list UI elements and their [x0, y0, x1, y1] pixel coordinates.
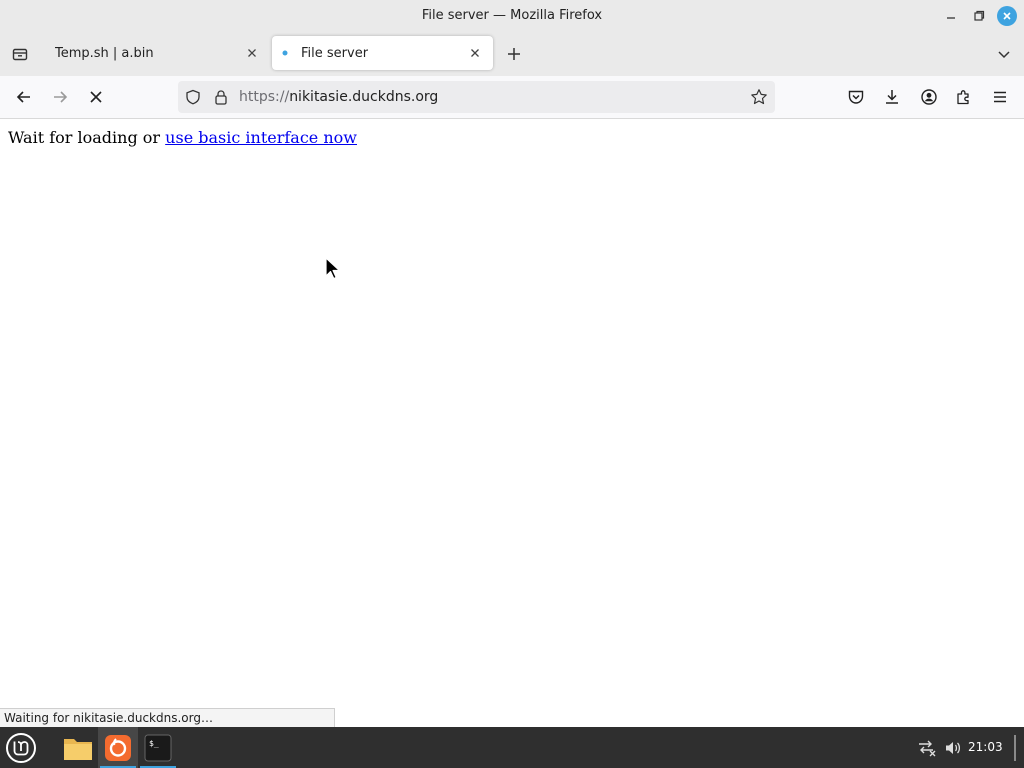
navigation-toolbar: https://nikitasie.duckdns.org: [0, 76, 1024, 119]
tab-manager-icon: [12, 48, 28, 61]
taskbar-terminal[interactable]: $_: [138, 727, 178, 768]
pocket-icon: [848, 90, 864, 104]
close-icon: [471, 49, 479, 57]
page-content: Wait for loading or use basic interface …: [0, 119, 1024, 727]
svg-text:$_: $_: [149, 739, 159, 748]
loading-dot-icon: [282, 50, 288, 56]
volume-control[interactable]: [941, 727, 965, 768]
basic-interface-link[interactable]: use basic interface now: [165, 128, 357, 147]
taskbar: $_ 21:03: [0, 727, 1024, 768]
puzzle-icon: [957, 90, 969, 105]
loading-message: Wait for loading or use basic interface …: [8, 128, 357, 147]
tab-close-button[interactable]: [244, 45, 260, 61]
show-desktop-button[interactable]: [1014, 735, 1016, 761]
clock[interactable]: 21:03: [968, 740, 1003, 754]
list-all-tabs-button[interactable]: [6, 40, 34, 68]
mouse-cursor-icon: [325, 257, 341, 280]
maximize-button[interactable]: [969, 6, 989, 26]
url-text[interactable]: https://nikitasie.duckdns.org: [239, 89, 438, 105]
forward-button[interactable]: [46, 83, 74, 111]
terminal-icon: $_: [144, 734, 172, 761]
network-disconnected-icon: [919, 740, 936, 756]
tab-file-server[interactable]: File server: [272, 36, 493, 70]
taskbar-files[interactable]: [58, 727, 98, 768]
url-scheme: https://: [239, 89, 290, 105]
plus-icon: [508, 48, 520, 60]
start-menu-button[interactable]: [0, 727, 42, 768]
menu-button[interactable]: [986, 83, 1014, 111]
new-tab-button[interactable]: [500, 40, 528, 68]
url-host: nikitasie.duckdns.org: [289, 89, 439, 105]
firefox-icon: [105, 734, 131, 761]
close-window-button[interactable]: [997, 6, 1017, 26]
account-icon: [921, 89, 937, 105]
back-button[interactable]: [10, 83, 38, 111]
arrow-right-icon: [54, 91, 68, 103]
account-button[interactable]: [915, 83, 943, 111]
lock-icon[interactable]: [213, 89, 229, 105]
arrow-left-icon: [16, 91, 30, 103]
extensions-button[interactable]: [950, 83, 978, 111]
pocket-button[interactable]: [842, 83, 870, 111]
hamburger-menu-icon: [994, 91, 1006, 103]
tab-close-button[interactable]: [467, 45, 483, 61]
taskbar-firefox[interactable]: [98, 727, 138, 768]
shield-icon[interactable]: [185, 89, 201, 105]
stop-icon: [90, 91, 102, 103]
minimize-icon: [947, 17, 955, 19]
close-icon: [248, 49, 256, 57]
tab-strip: Temp.sh | a.bin File server: [0, 32, 1024, 76]
linux-mint-logo-icon: [6, 732, 36, 763]
downloads-button[interactable]: [878, 83, 906, 111]
url-bar[interactable]: https://nikitasie.duckdns.org: [178, 81, 775, 113]
tab-label: Temp.sh | a.bin: [55, 45, 154, 61]
download-icon: [886, 90, 898, 104]
stop-loading-button[interactable]: [82, 83, 110, 111]
folder-icon: [64, 738, 92, 760]
volume-icon: [946, 741, 961, 754]
title-bar: File server — Mozilla Firefox: [0, 0, 1024, 32]
restore-icon: [974, 10, 985, 21]
window-title: File server — Mozilla Firefox: [421, 8, 603, 23]
star-icon[interactable]: [750, 88, 768, 106]
tab-label: File server: [301, 45, 369, 61]
loading-text: Wait for loading or: [8, 128, 166, 147]
tab-list-button[interactable]: [990, 40, 1018, 68]
minimize-button[interactable]: [941, 6, 961, 26]
chevron-down-icon: [998, 51, 1010, 59]
status-bar: Waiting for nikitasie.duckdns.org…: [0, 708, 335, 727]
tab-temp-sh[interactable]: Temp.sh | a.bin: [45, 36, 270, 70]
network-status[interactable]: [914, 727, 940, 768]
close-icon: [1003, 12, 1011, 20]
